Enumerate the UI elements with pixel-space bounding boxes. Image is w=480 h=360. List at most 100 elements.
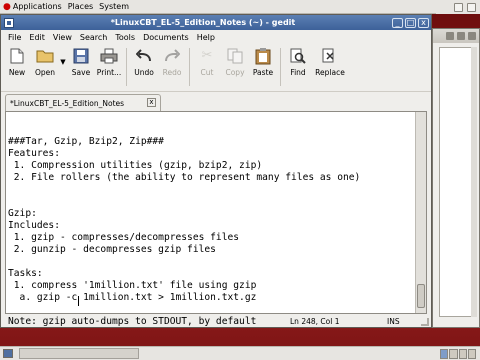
minimize-icon[interactable] bbox=[446, 32, 454, 40]
text-editor[interactable]: ###Tar, Gzip, Bzip2, Zip### Features: 1. … bbox=[5, 111, 427, 327]
printer-icon bbox=[100, 47, 118, 65]
cursor-position: Ln 248, Col 1 bbox=[290, 317, 340, 326]
background-window-titlebar bbox=[433, 29, 479, 43]
places-menu[interactable]: Places bbox=[65, 0, 96, 14]
copy-icon bbox=[226, 47, 244, 65]
cut-button[interactable]: ✂ Cut bbox=[193, 44, 221, 88]
screen: ● Applications Places System *LinuxCBT_E… bbox=[0, 0, 480, 360]
tray-icon[interactable] bbox=[467, 2, 476, 12]
workspace-2[interactable] bbox=[449, 349, 458, 359]
redo-label: Redo bbox=[162, 68, 182, 77]
menu-view[interactable]: View bbox=[49, 33, 76, 42]
tab-close-button[interactable]: x bbox=[147, 98, 156, 107]
open-button[interactable]: Open bbox=[31, 44, 59, 88]
menubar: File Edit View Search Tools Documents He… bbox=[1, 30, 431, 44]
toolbar-separator bbox=[126, 48, 127, 86]
paste-label: Paste bbox=[252, 68, 274, 77]
document-tabs: *LinuxCBT_EL-5_Edition_Notes x bbox=[1, 93, 431, 111]
applications-menu-label: Applications bbox=[12, 2, 62, 11]
find-icon bbox=[289, 47, 307, 65]
places-menu-label: Places bbox=[67, 2, 94, 11]
editor-text[interactable]: ###Tar, Gzip, Bzip2, Zip### Features: 1. … bbox=[8, 136, 360, 328]
bottom-panel bbox=[0, 346, 480, 360]
tray-icon[interactable] bbox=[454, 2, 463, 12]
editor-line: 1. gzip - compresses/decompresses files bbox=[8, 232, 240, 243]
paste-button[interactable]: Paste bbox=[249, 44, 277, 88]
editor-line: 2. gunzip - decompresses gzip files bbox=[8, 244, 216, 255]
editor-line: Tasks: bbox=[8, 268, 43, 279]
save-button[interactable]: Save bbox=[67, 44, 95, 88]
document-tab-label: *LinuxCBT_EL-5_Edition_Notes bbox=[10, 98, 125, 108]
editor-line: 1. compress '1million.txt' file using gz… bbox=[8, 280, 257, 291]
find-label: Find bbox=[290, 68, 306, 77]
menu-documents[interactable]: Documents bbox=[139, 33, 193, 42]
copy-button[interactable]: Copy bbox=[221, 44, 249, 88]
workspace-1[interactable] bbox=[440, 349, 449, 359]
scissors-icon: ✂ bbox=[201, 48, 213, 63]
resize-grip[interactable] bbox=[421, 318, 429, 326]
gedit-window: *LinuxCBT_EL-5_Edition_Notes (~) - gedit… bbox=[0, 14, 432, 328]
workspace-3[interactable] bbox=[458, 349, 467, 359]
save-disk-icon bbox=[72, 47, 90, 65]
print-button[interactable]: Print... bbox=[95, 44, 123, 88]
editor-line: 1. Compression utilities (gzip, bzip2, z… bbox=[8, 160, 263, 171]
document-tab[interactable]: *LinuxCBT_EL-5_Edition_Notes x bbox=[5, 94, 161, 111]
insert-mode: INS bbox=[387, 317, 400, 326]
maximize-icon[interactable] bbox=[457, 32, 465, 40]
show-desktop-button[interactable] bbox=[3, 349, 13, 358]
editor-line: Includes: bbox=[8, 220, 60, 231]
new-document-icon bbox=[8, 47, 26, 65]
open-recent-dropdown[interactable]: ▼ bbox=[59, 44, 67, 66]
open-label: Open bbox=[34, 68, 56, 77]
close-button[interactable]: x bbox=[418, 17, 429, 28]
editor-line: ###Tar, Gzip, Bzip2, Zip### bbox=[8, 136, 164, 147]
save-label: Save bbox=[71, 68, 91, 77]
menu-edit[interactable]: Edit bbox=[25, 33, 49, 42]
workspace-4[interactable] bbox=[467, 349, 476, 359]
maximize-button[interactable]: □ bbox=[405, 17, 416, 28]
background-window-content bbox=[439, 47, 475, 317]
panel-tray bbox=[436, 0, 480, 14]
menu-help[interactable]: Help bbox=[193, 33, 219, 42]
redo-icon bbox=[163, 47, 181, 65]
close-icon[interactable] bbox=[468, 32, 476, 40]
menu-search[interactable]: Search bbox=[76, 33, 111, 42]
replace-button[interactable]: Replace bbox=[312, 44, 348, 88]
editor-line: a. gzip -c 1million.txt > 1million.txt.g… bbox=[8, 292, 257, 303]
minimize-button[interactable]: _ bbox=[392, 17, 403, 28]
window-titlebar[interactable]: *LinuxCBT_EL-5_Edition_Notes (~) - gedit… bbox=[1, 15, 431, 30]
new-label: New bbox=[8, 68, 26, 77]
replace-icon bbox=[321, 47, 339, 65]
toolbar-separator bbox=[189, 48, 190, 86]
taskbar-button[interactable] bbox=[19, 348, 139, 359]
editor-scrollbar[interactable] bbox=[415, 112, 426, 313]
toolbar-separator bbox=[280, 48, 281, 86]
gedit-app-icon bbox=[4, 17, 14, 28]
cut-label: Cut bbox=[200, 68, 214, 77]
new-button[interactable]: New bbox=[3, 44, 31, 88]
mouse-text-cursor bbox=[78, 296, 79, 306]
menu-tools[interactable]: Tools bbox=[111, 33, 139, 42]
workspace-switcher[interactable] bbox=[440, 349, 476, 359]
editor-line: Gzip: bbox=[8, 208, 37, 219]
redhat-icon: ● bbox=[3, 1, 11, 12]
applications-menu[interactable]: ● Applications bbox=[0, 0, 65, 14]
menu-file[interactable]: File bbox=[4, 33, 25, 42]
system-menu[interactable]: System bbox=[96, 0, 132, 14]
background-window[interactable] bbox=[432, 28, 480, 328]
window-title: *LinuxCBT_EL-5_Edition_Notes (~) - gedit bbox=[110, 18, 296, 27]
background-window-scrollbar[interactable] bbox=[471, 47, 477, 317]
editor-line: 2. File rollers (the ability to represen… bbox=[8, 172, 361, 183]
undo-icon bbox=[135, 47, 153, 65]
clipboard-icon bbox=[254, 47, 272, 65]
replace-label: Replace bbox=[315, 68, 345, 77]
copy-label: Copy bbox=[225, 68, 245, 77]
redo-button[interactable]: Redo bbox=[158, 44, 186, 88]
print-label: Print... bbox=[96, 68, 122, 77]
editor-line: Features: bbox=[8, 148, 60, 159]
find-button[interactable]: Find bbox=[284, 44, 312, 88]
undo-button[interactable]: Undo bbox=[130, 44, 158, 88]
editor-scrollbar-thumb[interactable] bbox=[417, 284, 425, 308]
